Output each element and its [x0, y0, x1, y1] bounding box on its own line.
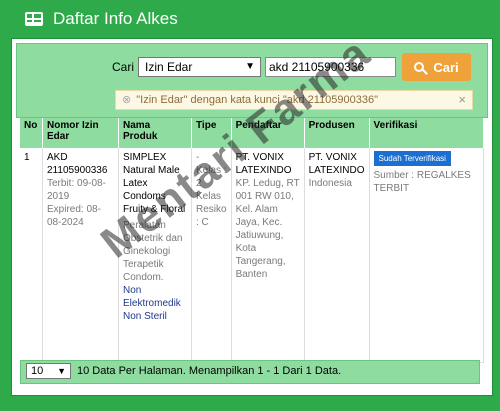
col-no: No — [20, 118, 43, 148]
info-icon: ⊗ — [122, 94, 132, 106]
verified-badge: Sudah Terverifikasi — [373, 151, 451, 166]
search-icon — [414, 62, 425, 72]
page-size-value: 10 — [31, 365, 44, 377]
search-button[interactable]: Cari — [402, 53, 471, 81]
content-panel: Cari Izin Edar ▼ akd 21105900336 Cari ⊗ … — [11, 28, 493, 396]
cell-no: 1 — [20, 148, 43, 363]
alkes-table: No Nomor Izin Edar Nama Produk Tipe Pend… — [20, 118, 485, 363]
filter-select[interactable]: Izin Edar ▼ — [138, 57, 261, 77]
close-icon[interactable]: × — [458, 91, 466, 109]
pagination-info: 10 Data Per Halaman. Menampilkan 1 - 1 D… — [77, 365, 342, 377]
nomor-izin: AKD 21105900336 — [47, 152, 108, 176]
cell-produsen: PT. VONIX LATEXINDO Indonesia — [304, 148, 370, 363]
pendaftar-nama: PT. VONIX LATEXINDO — [235, 152, 292, 176]
chevron-down-icon: ▼ — [245, 61, 255, 72]
col-tipe: Tipe — [191, 118, 232, 148]
cell-pendaftar: PT. VONIX LATEXINDO KP. Ledug, RT 001 RW… — [231, 148, 305, 363]
col-produk: Nama Produk — [118, 118, 192, 148]
alert-text: "Izin Edar" dengan kata kunci "akd 21105… — [136, 94, 378, 106]
search-label: Cari — [112, 60, 135, 74]
produk-nama: SIMPLEX Natural Male Latex Condoms Fruit… — [123, 152, 186, 215]
col-nomor: Nomor Izin Edar — [42, 118, 119, 148]
table-header-row: No Nomor Izin Edar Nama Produk Tipe Pend… — [20, 118, 485, 148]
col-pendaftar: Pendaftar — [231, 118, 305, 148]
page-size-select[interactable]: 10 ▼ — [26, 363, 71, 379]
col-produsen: Produsen — [304, 118, 370, 148]
produsen-negara: Indonesia — [308, 178, 352, 189]
search-filter-alert: ⊗ "Izin Edar" dengan kata kunci "akd 211… — [115, 90, 473, 110]
cell-produk: SIMPLEX Natural Male Latex Condoms Fruit… — [118, 148, 192, 363]
cell-tipe: - Kelas : 2 Kelas Resiko : C — [191, 148, 232, 363]
cell-nomor: AKD 21105900336 Terbit: 09-08-2019 Expir… — [42, 148, 119, 363]
pagination-bar: 10 ▼ 10 Data Per Halaman. Menampilkan 1 … — [20, 360, 480, 384]
produk-jenis: Non Elektromedik Non Steril — [123, 285, 181, 322]
search-input[interactable]: akd 21105900336 — [265, 57, 396, 77]
search-button-label: Cari — [433, 59, 459, 75]
panel-header: Daftar Info Alkes — [8, 0, 494, 38]
pendaftar-alamat: KP. Ledug, RT 001 RW 010, Kel. Alam Jaya… — [235, 178, 300, 280]
table-row: 1 AKD 21105900336 Terbit: 09-08-2019 Exp… — [20, 148, 485, 363]
search-bar: Cari Izin Edar ▼ akd 21105900336 Cari ⊗ … — [16, 43, 488, 118]
table-icon — [25, 12, 43, 26]
produk-kategori: Peralatan Obstetrik dan Ginekologi Terap… — [123, 220, 183, 283]
chevron-down-icon: ▼ — [57, 366, 66, 376]
app-frame: Daftar Info Alkes Cari Izin Edar ▼ akd 2… — [0, 0, 500, 411]
filter-selected-value: Izin Edar — [145, 60, 193, 74]
verifikasi-sumber: Sumber : REGALKES TERBIT — [373, 170, 471, 194]
col-verifikasi: Verifikasi — [369, 118, 485, 148]
produsen-nama: PT. VONIX LATEXINDO — [308, 152, 365, 176]
page-title: Daftar Info Alkes — [53, 9, 178, 28]
expired-date: Expired: 08-08-2024 — [47, 204, 101, 228]
terbit-date: Terbit: 09-08-2019 — [47, 178, 106, 202]
cell-verifikasi: Sudah Terverifikasi Sumber : REGALKES TE… — [369, 148, 485, 363]
